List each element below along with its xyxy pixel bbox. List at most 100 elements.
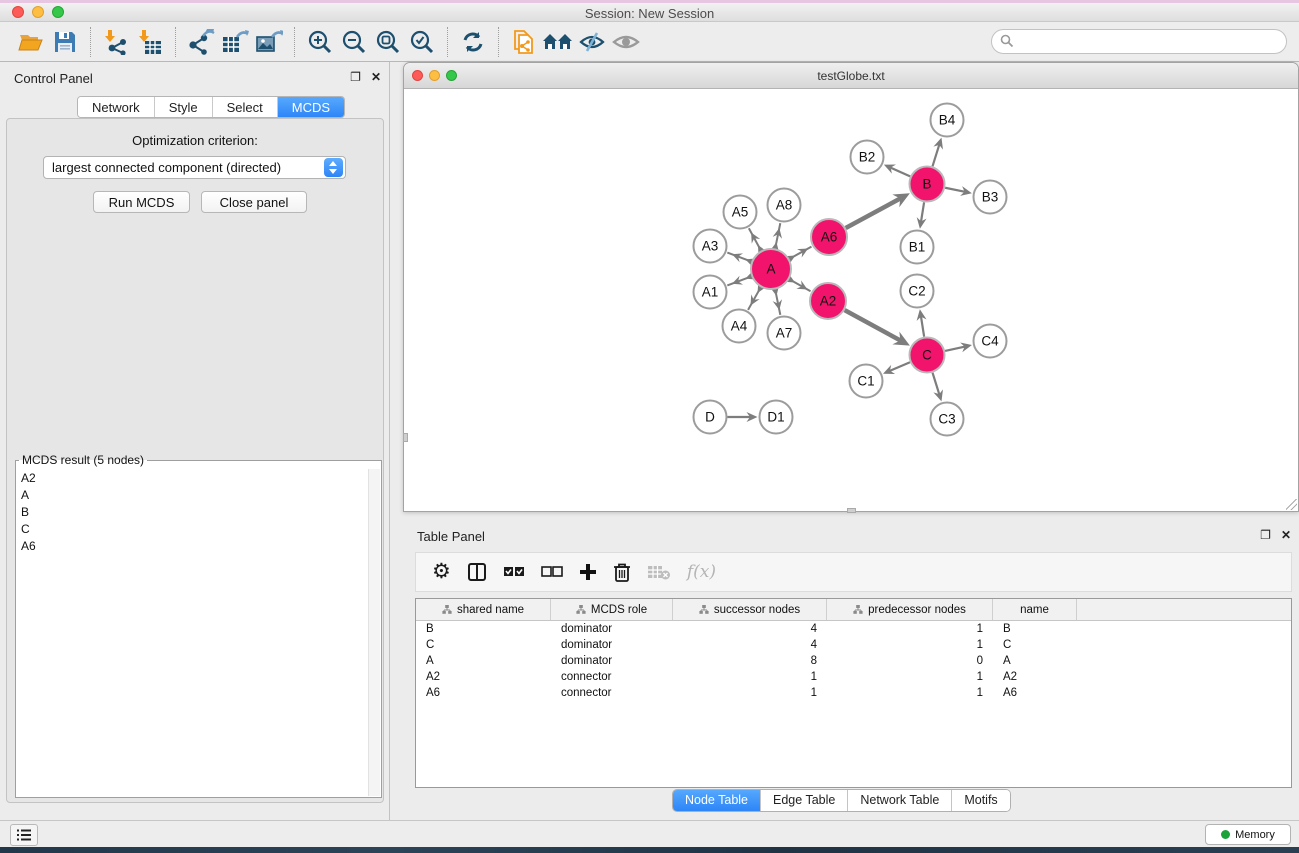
tab-node-table[interactable]: Node Table (673, 790, 761, 811)
deselect-all-icon[interactable] (541, 558, 563, 586)
graph-node-A2[interactable]: A2 (810, 283, 846, 319)
homes-icon[interactable] (541, 25, 575, 59)
select-all-icon[interactable] (503, 558, 525, 586)
save-session-icon[interactable] (48, 25, 82, 59)
import-table-icon[interactable] (133, 25, 167, 59)
table-row[interactable]: Bdominator41B (416, 621, 1291, 637)
table-cell[interactable]: dominator (551, 653, 673, 669)
column-header-name[interactable]: name (993, 599, 1077, 620)
table-cell[interactable]: connector (551, 669, 673, 685)
close-panel-button[interactable]: Close panel (201, 191, 307, 213)
edge-B-B4[interactable] (933, 136, 947, 166)
table-cell[interactable]: A2 (993, 669, 1077, 685)
graph-node-B1[interactable]: B1 (901, 231, 934, 264)
table-cell[interactable]: C (993, 637, 1077, 653)
float-panel-icon[interactable]: ❐ (1260, 528, 1271, 542)
graph-node-B4[interactable]: B4 (931, 104, 964, 137)
table-cell[interactable]: 1 (673, 669, 827, 685)
table-cell[interactable]: dominator (551, 637, 673, 653)
table-cell[interactable]: A6 (993, 685, 1077, 701)
table-cell[interactable]: 8 (673, 653, 827, 669)
table-cell[interactable]: 1 (827, 685, 993, 701)
graph-node-A8[interactable]: A8 (768, 189, 801, 222)
task-history-button[interactable] (10, 824, 38, 846)
zoom-fit-icon[interactable] (371, 25, 405, 59)
tab-style[interactable]: Style (155, 97, 213, 117)
result-item[interactable]: B (17, 503, 368, 520)
window-edge-grip[interactable] (403, 433, 408, 442)
edge-C-C3[interactable] (933, 373, 947, 403)
function-builder-icon[interactable]: f(x) (687, 558, 716, 586)
window-edge-grip[interactable] (847, 508, 856, 513)
graph-node-A7[interactable]: A7 (768, 317, 801, 350)
edge-C-C1[interactable] (881, 362, 910, 378)
show-eye-icon[interactable] (609, 25, 643, 59)
export-network-icon[interactable] (184, 25, 218, 59)
tab-edge-table[interactable]: Edge Table (761, 790, 848, 811)
add-row-icon[interactable] (579, 558, 597, 586)
table-cell[interactable]: connector (551, 685, 673, 701)
delete-row-icon[interactable] (613, 558, 631, 586)
table-cell[interactable]: 1 (827, 669, 993, 685)
table-cell[interactable]: 0 (827, 653, 993, 669)
graph-node-A3[interactable]: A3 (694, 230, 727, 263)
graph-node-B[interactable]: B (910, 167, 945, 202)
tab-network-table[interactable]: Network Table (848, 790, 952, 811)
network-window-titlebar[interactable]: testGlobe.txt (404, 63, 1298, 89)
table-cell[interactable]: A2 (416, 669, 551, 685)
table-row[interactable]: A6connector11A6 (416, 685, 1291, 701)
edge-A2-C[interactable] (845, 310, 914, 352)
table-cell[interactable]: 4 (673, 637, 827, 653)
edge-B-B3[interactable] (945, 186, 973, 198)
graph-node-D1[interactable]: D1 (760, 401, 793, 434)
window-resize-handle[interactable] (1286, 499, 1297, 510)
tab-mcds[interactable]: MCDS (278, 97, 344, 117)
edge-C-C2[interactable] (915, 309, 927, 337)
edge-A6-B[interactable] (846, 187, 914, 228)
table-cell[interactable]: B (993, 621, 1077, 637)
tab-motifs[interactable]: Motifs (952, 790, 1009, 811)
edge-C-C4[interactable] (945, 340, 973, 352)
edge-B-B1[interactable] (915, 202, 927, 229)
open-session-icon[interactable] (14, 25, 48, 59)
zoom-selected-icon[interactable] (405, 25, 439, 59)
result-item[interactable]: A6 (17, 537, 368, 554)
float-panel-icon[interactable]: ❐ (350, 70, 361, 84)
column-header-successor-nodes[interactable]: successor nodes (673, 599, 827, 620)
close-panel-icon[interactable]: ✕ (371, 70, 381, 84)
table-cell[interactable]: C (416, 637, 551, 653)
graph-node-A5[interactable]: A5 (724, 196, 757, 229)
export-image-icon[interactable] (252, 25, 286, 59)
import-network-icon[interactable] (99, 25, 133, 59)
export-table-icon[interactable] (218, 25, 252, 59)
tab-network[interactable]: Network (78, 97, 155, 117)
graph-node-C1[interactable]: C1 (850, 365, 883, 398)
table-cell[interactable]: 1 (827, 621, 993, 637)
zoom-in-icon[interactable] (303, 25, 337, 59)
graph-node-B2[interactable]: B2 (851, 141, 884, 174)
graph-node-A4[interactable]: A4 (723, 310, 756, 343)
table-cell[interactable]: 4 (673, 621, 827, 637)
search-input[interactable] (991, 29, 1287, 54)
graph-node-C3[interactable]: C3 (931, 403, 964, 436)
column-header-MCDS-role[interactable]: MCDS role (551, 599, 673, 620)
graph-node-B3[interactable]: B3 (974, 181, 1007, 214)
edge-B-B2[interactable] (882, 160, 910, 176)
table-cell[interactable]: B (416, 621, 551, 637)
run-mcds-button[interactable]: Run MCDS (93, 191, 190, 213)
column-header-predecessor-nodes[interactable]: predecessor nodes (827, 599, 993, 620)
graph-node-D[interactable]: D (694, 401, 727, 434)
network-canvas[interactable]: B4B2BB3A5A8A6B1A3AA1C2A2A4A7C4CC1C3DD1 (404, 89, 1298, 511)
edge-D-D1[interactable] (728, 412, 758, 422)
memory-button[interactable]: Memory (1205, 824, 1291, 845)
result-scrollbar[interactable] (368, 469, 380, 796)
criterion-dropdown[interactable]: largest connected component (directed) (43, 156, 346, 179)
tab-select[interactable]: Select (213, 97, 278, 117)
table-row[interactable]: Cdominator41C (416, 637, 1291, 653)
graph-node-A1[interactable]: A1 (694, 276, 727, 309)
zoom-out-icon[interactable] (337, 25, 371, 59)
table-row[interactable]: Adominator80A (416, 653, 1291, 669)
table-cell[interactable]: 1 (673, 685, 827, 701)
result-item[interactable]: A (17, 486, 368, 503)
graph-node-A[interactable]: A (751, 249, 791, 289)
